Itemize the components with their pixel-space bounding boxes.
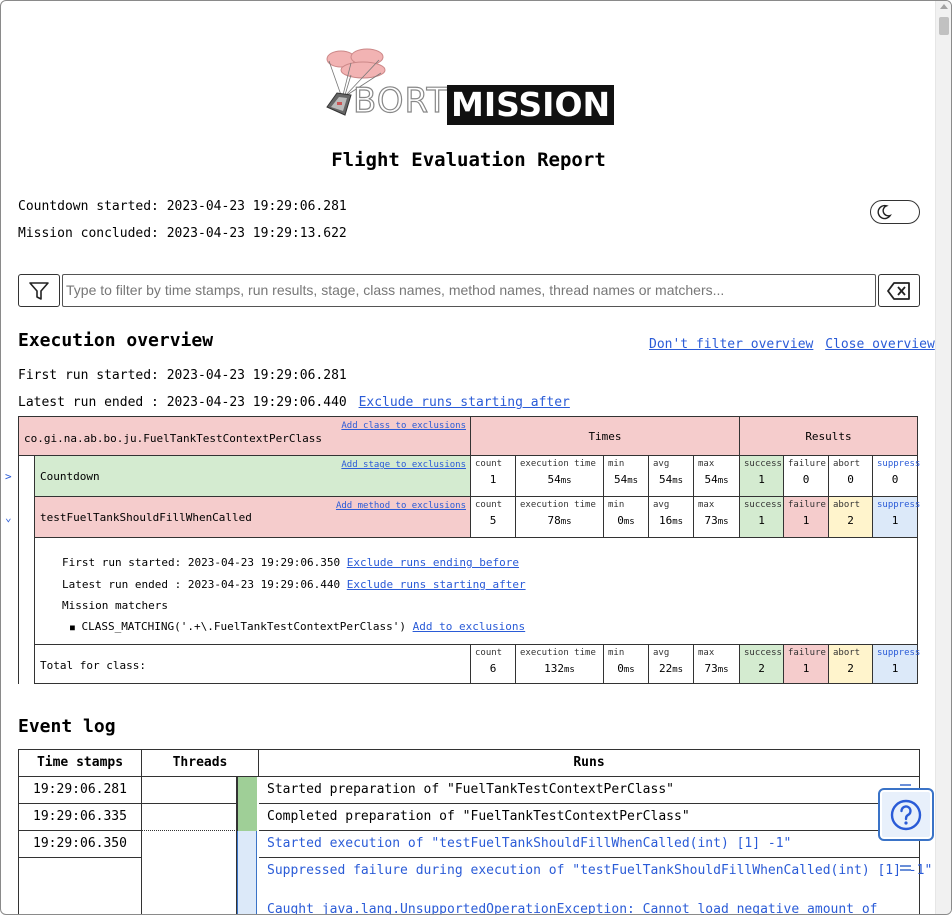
stage-label: Countdown — [40, 470, 100, 483]
count-cell: count 1 — [471, 456, 516, 497]
suppress-cell: suppress 1 — [873, 497, 920, 538]
help-button[interactable] — [878, 788, 934, 841]
failure-cell: failure 1 — [784, 645, 829, 684]
stage-row-countdown: Add stage to exclusions Countdown — [34, 456, 471, 497]
matcher-item: ■ CLASS_MATCHING('.+\.FuelTankTestContex… — [70, 620, 526, 633]
event-run-suppressed: Suppressed failure during execution of "… — [259, 858, 932, 914]
max-cell: max 54ms — [694, 456, 740, 497]
collapse-chevron-icon[interactable]: ⌄ — [5, 511, 12, 524]
event-thread — [142, 777, 237, 804]
expand-chevron-icon[interactable]: > — [5, 470, 12, 483]
exclude-runs-ending-before-link[interactable]: Exclude runs ending before — [347, 556, 519, 569]
max-cell: max 73ms — [694, 645, 740, 684]
app-window: BORT MISSION Flight Evaluation Report Co… — [0, 0, 952, 915]
thread-bar-blue — [237, 831, 257, 914]
success-cell: success 1 — [740, 497, 784, 538]
exec-cell: execution time 54ms — [516, 456, 604, 497]
add-matcher-exclusion-link[interactable]: Add to exclusions — [413, 620, 526, 633]
vertical-scrollbar[interactable] — [935, 1, 951, 914]
exec-cell: execution time 78ms — [516, 497, 604, 538]
suppress-cell: suppress 1 — [873, 645, 920, 684]
abort-cell: abort 0 — [829, 456, 873, 497]
method-details: First run started: 2023-04-23 19:29:06.3… — [34, 538, 918, 645]
min-cell: min 54ms — [604, 456, 649, 497]
clear-filter-button[interactable] — [878, 274, 920, 307]
event-run: Completed preparation of "FuelTankTestCo… — [259, 804, 920, 831]
filter-button[interactable] — [18, 274, 60, 307]
results-header: Results — [740, 416, 918, 456]
event-log-table: Time stamps Threads Runs 19:29:06.281 St… — [18, 749, 932, 914]
event-log-heading: Event log — [18, 716, 116, 737]
max-cell: max 73ms — [694, 497, 740, 538]
report-title: Flight Evaluation Report — [331, 149, 606, 171]
abort-cell: abort 2 — [829, 645, 873, 684]
help-icon — [890, 799, 922, 830]
abort-cell: abort 2 — [829, 497, 873, 538]
countdown-started: Countdown started: 2023-04-23 19:29:06.2… — [18, 199, 347, 214]
filter-input[interactable]: Type to filter by time stamps, run resul… — [62, 274, 876, 307]
mission-concluded: Mission concluded: 2023-04-23 19:29:13.6… — [18, 226, 347, 241]
count-cell: count 6 — [471, 645, 516, 684]
avg-cell: avg 16ms — [649, 497, 694, 538]
logo: BORT MISSION — [321, 45, 621, 131]
latest-run-label: Latest run ended : 2023-04-23 19:29:06.4… — [18, 395, 347, 410]
backspace-icon — [887, 281, 910, 300]
event-time — [19, 858, 142, 914]
moon-icon — [877, 204, 892, 220]
event-time: 19:29:06.350 — [19, 831, 142, 858]
scroll-thumb[interactable] — [939, 17, 949, 35]
min-cell: min 0ms — [604, 497, 649, 538]
suppress-cell: suppress 0 — [873, 456, 920, 497]
total-label: Total for class: — [40, 659, 146, 672]
logo-text-bort: BORT — [352, 80, 449, 121]
runs-header: Runs — [259, 750, 920, 777]
filter-icon — [29, 281, 49, 300]
dont-filter-overview-link[interactable]: Don't filter overview — [649, 337, 813, 352]
event-run: Started execution of "testFuelTankShould… — [259, 831, 920, 858]
scroll-up-icon[interactable] — [940, 4, 948, 9]
threads-header: Threads — [142, 750, 259, 777]
avg-cell: avg 22ms — [649, 645, 694, 684]
count-cell: count 5 — [471, 497, 516, 538]
latest-run-ended: Latest run ended : 2023-04-23 19:29:06.4… — [18, 395, 570, 410]
menu-icon[interactable] — [900, 865, 911, 873]
detail-latest-run: Latest run ended : 2023-04-23 19:29:06.4… — [62, 578, 526, 591]
event-thread — [142, 831, 237, 858]
times-header: Times — [471, 416, 740, 456]
add-method-exclusion-link[interactable]: Add method to exclusions — [336, 501, 466, 511]
first-run-started: First run started: 2023-04-23 19:29:06.2… — [18, 368, 347, 383]
min-cell: min 0ms — [604, 645, 649, 684]
overview-heading: Execution overview — [18, 330, 214, 351]
event-thread — [142, 804, 237, 831]
overview-links: Don't filter overview Close overview — [649, 337, 939, 352]
method-row: Add method to exclusions testFuelTankSho… — [34, 497, 471, 538]
add-stage-exclusion-link[interactable]: Add stage to exclusions — [341, 460, 466, 470]
theme-toggle[interactable] — [870, 200, 920, 224]
exclude-runs-starting-after-detail-link[interactable]: Exclude runs starting after — [347, 578, 526, 591]
success-cell: success 1 — [740, 456, 784, 497]
matcher-text: CLASS_MATCHING('.+\.FuelTankTestContextP… — [81, 620, 406, 633]
overview-table: Add class to exclusions co.gi.na.ab.bo.j… — [5, 416, 920, 684]
total-row: Total for class: — [34, 645, 471, 684]
failure-cell: failure 1 — [784, 497, 829, 538]
method-label: testFuelTankShouldFillWhenCalled — [40, 511, 252, 524]
exclude-runs-starting-after-link[interactable]: Exclude runs starting after — [359, 395, 570, 410]
event-time: 19:29:06.281 — [19, 777, 142, 804]
event-time: 19:29:06.335 — [19, 804, 142, 831]
event-thread — [142, 858, 237, 914]
mission-matchers-label: Mission matchers — [62, 599, 168, 612]
exec-cell: execution time 132ms — [516, 645, 604, 684]
success-cell: success 2 — [740, 645, 784, 684]
detail-first-run: First run started: 2023-04-23 19:29:06.3… — [62, 556, 519, 569]
avg-cell: avg 54ms — [649, 456, 694, 497]
event-run: Started preparation of "FuelTankTestCont… — [259, 777, 920, 804]
logo-text-mission: MISSION — [447, 85, 615, 125]
add-class-exclusion-link[interactable]: Add class to exclusions — [341, 421, 466, 431]
close-overview-link[interactable]: Close overview — [825, 337, 935, 352]
class-name: co.gi.na.ab.bo.ju.FuelTankTestContextPer… — [24, 432, 323, 445]
class-header-cell: Add class to exclusions co.gi.na.ab.bo.j… — [18, 416, 471, 456]
failure-cell: failure 0 — [784, 456, 829, 497]
time-stamps-header: Time stamps — [19, 750, 142, 777]
thread-bar-green — [237, 777, 257, 831]
